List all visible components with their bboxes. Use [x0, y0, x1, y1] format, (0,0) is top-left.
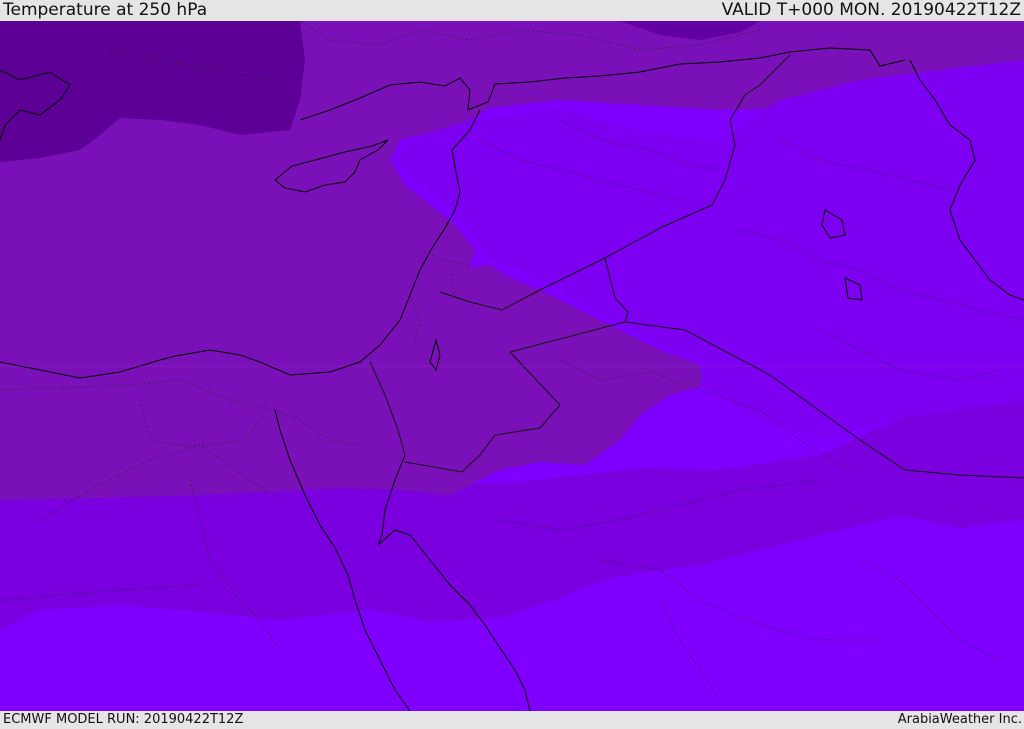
credit-label: ArabiaWeather Inc.	[897, 712, 1022, 727]
footer-bar: ECMWF MODEL RUN: 20190422T12Z ArabiaWeat…	[0, 711, 1024, 729]
map-title: Temperature at 250 hPa	[3, 0, 208, 20]
model-run-label: ECMWF MODEL RUN: 20190422T12Z	[3, 712, 244, 727]
header-bar: Temperature at 250 hPa VALID T+000 MON. …	[0, 0, 1024, 21]
weather-map	[0, 21, 1024, 711]
map-canvas	[0, 21, 1024, 711]
valid-time: VALID T+000 MON. 20190422T12Z	[721, 0, 1021, 20]
